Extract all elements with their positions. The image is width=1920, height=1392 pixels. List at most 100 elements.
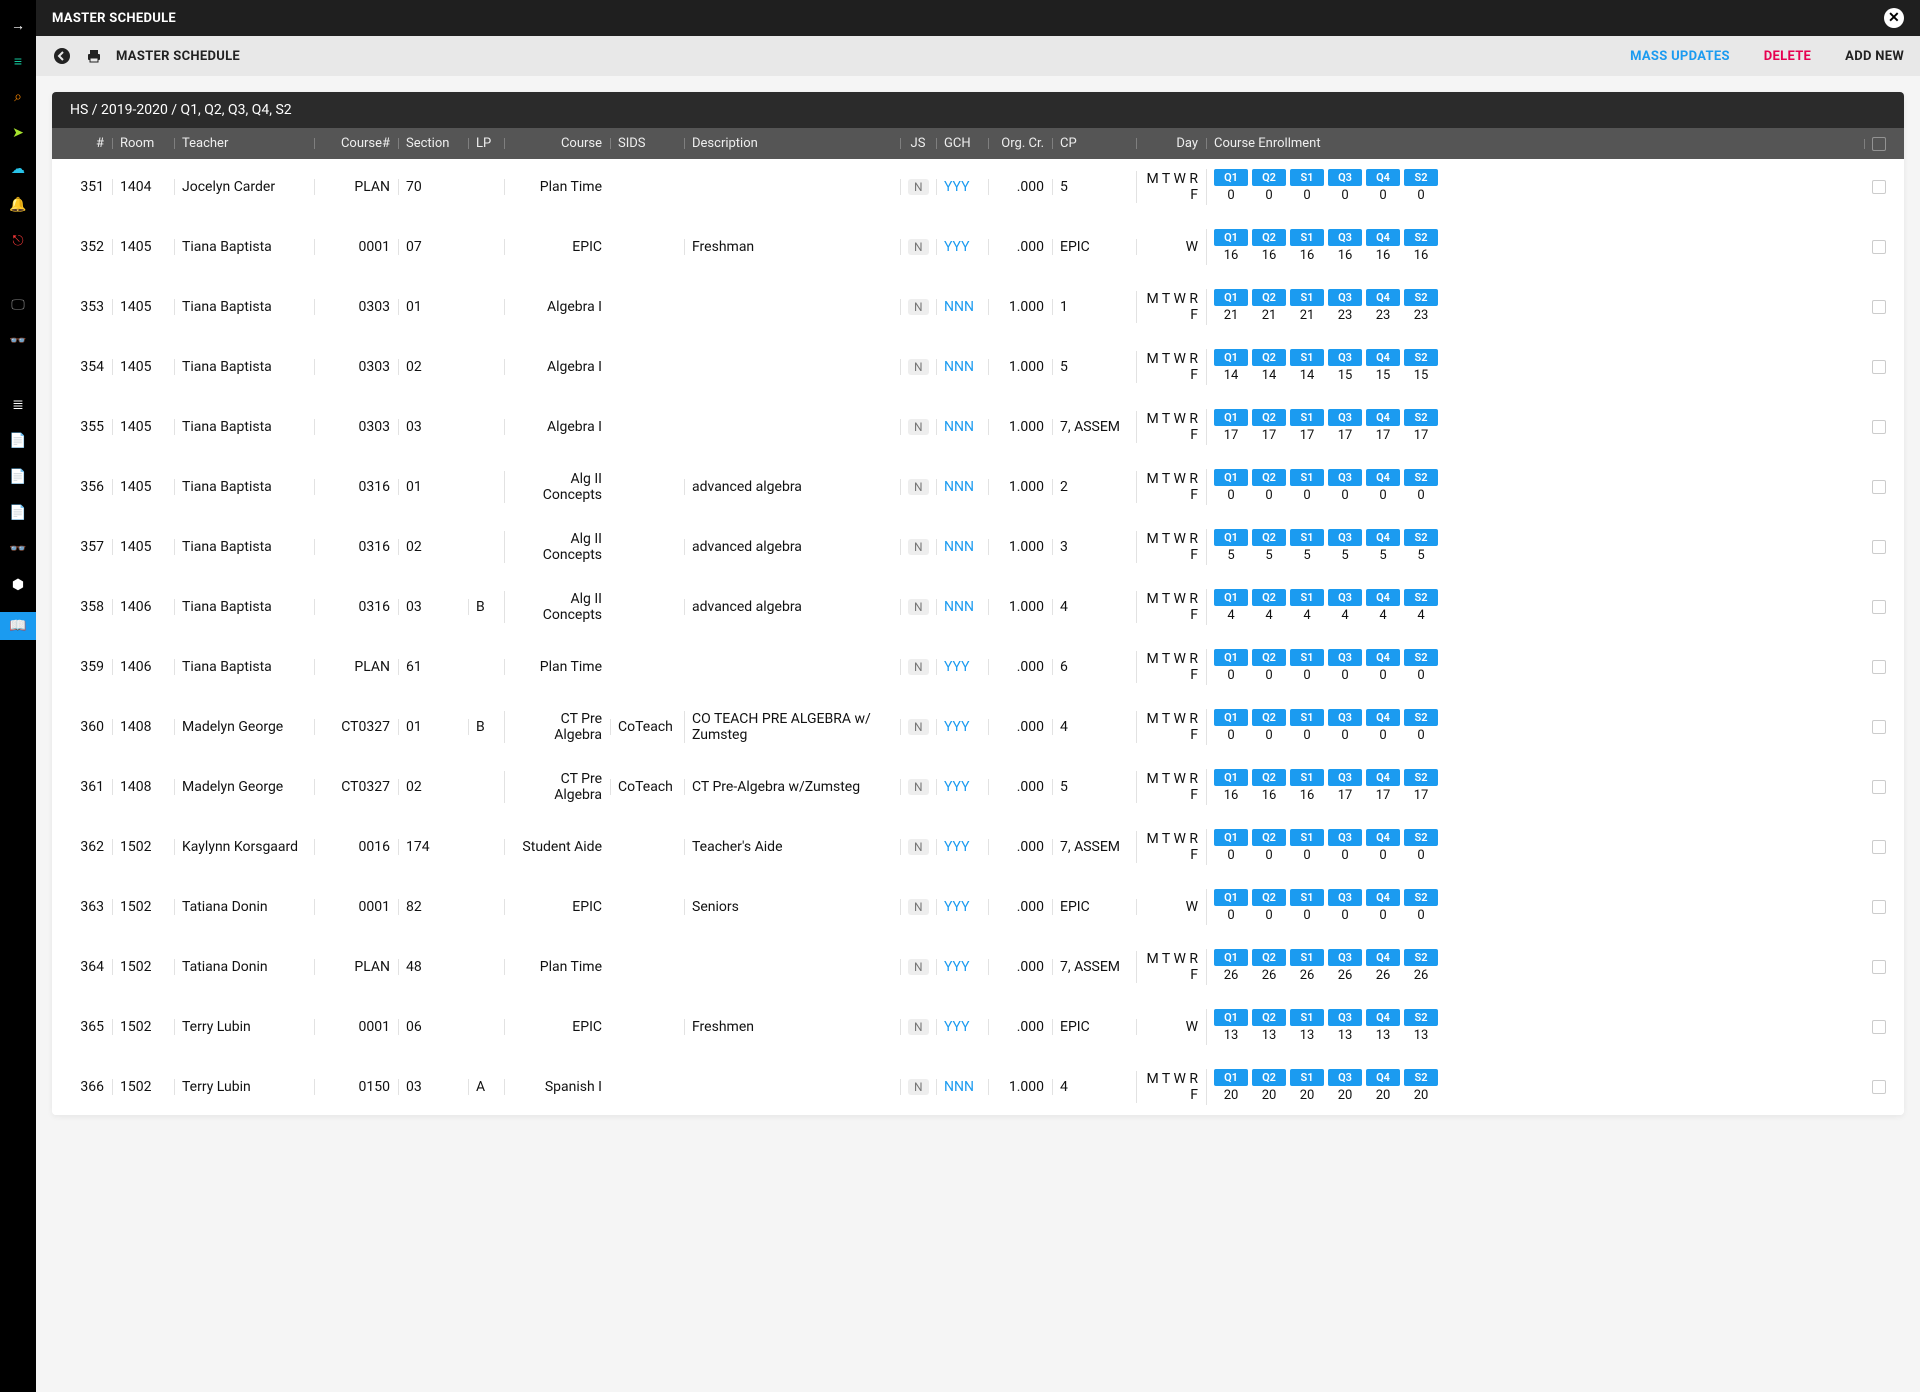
table-row[interactable]: 3571405Tiana Baptista031602Alg II Concep… — [52, 519, 1904, 575]
enroll-q1[interactable]: Q10 — [1214, 709, 1248, 745]
table-row[interactable]: 3531405Tiana Baptista030301Algebra INNNN… — [52, 279, 1904, 335]
enroll-q4[interactable]: Q420 — [1366, 1069, 1400, 1105]
enroll-s2[interactable]: S25 — [1404, 529, 1438, 565]
close-button[interactable]: ✕ — [1884, 8, 1904, 28]
cell-checkbox[interactable] — [1864, 360, 1894, 374]
enroll-q1[interactable]: Q121 — [1214, 289, 1248, 325]
enroll-s1[interactable]: S10 — [1290, 829, 1324, 865]
cell-gch[interactable]: YYY — [936, 719, 988, 735]
cell-gch[interactable]: NNN — [936, 1079, 988, 1095]
cell-checkbox[interactable] — [1864, 960, 1894, 974]
enroll-q1[interactable]: Q10 — [1214, 469, 1248, 505]
cube-icon[interactable]: ⬢ — [9, 576, 27, 594]
cell-gch[interactable]: NNN — [936, 419, 988, 435]
cell-checkbox[interactable] — [1864, 420, 1894, 434]
back-circle-icon[interactable] — [52, 46, 72, 66]
bell-icon[interactable]: 🔔 — [9, 196, 27, 214]
enroll-q2[interactable]: Q20 — [1252, 469, 1286, 505]
col-description[interactable]: Description — [684, 136, 900, 151]
cell-gch[interactable]: YYY — [936, 179, 988, 195]
table-row[interactable]: 3541405Tiana Baptista030302Algebra INNNN… — [52, 339, 1904, 395]
delete-button[interactable]: DELETE — [1764, 49, 1811, 64]
enroll-q3[interactable]: Q313 — [1328, 1009, 1362, 1045]
enroll-s2[interactable]: S216 — [1404, 229, 1438, 265]
enroll-s2[interactable]: S226 — [1404, 949, 1438, 985]
cell-gch[interactable]: YYY — [936, 239, 988, 255]
enroll-q3[interactable]: Q317 — [1328, 769, 1362, 805]
enroll-q1[interactable]: Q10 — [1214, 649, 1248, 685]
enroll-s1[interactable]: S10 — [1290, 889, 1324, 925]
enroll-s1[interactable]: S113 — [1290, 1009, 1324, 1045]
col-enrollment[interactable]: Course Enrollment — [1206, 136, 1864, 151]
cell-checkbox[interactable] — [1864, 180, 1894, 194]
enroll-q4[interactable]: Q426 — [1366, 949, 1400, 985]
cell-gch[interactable]: YYY — [936, 779, 988, 795]
cell-checkbox[interactable] — [1864, 660, 1894, 674]
col-room[interactable]: Room — [112, 136, 174, 151]
cell-gch[interactable]: YYY — [936, 959, 988, 975]
monitor-icon[interactable]: 🖵 — [9, 296, 27, 314]
enroll-q3[interactable]: Q317 — [1328, 409, 1362, 445]
col-teacher[interactable]: Teacher — [174, 136, 314, 151]
enroll-q2[interactable]: Q20 — [1252, 829, 1286, 865]
print-icon[interactable] — [84, 46, 104, 66]
cell-checkbox[interactable] — [1864, 840, 1894, 854]
enroll-q2[interactable]: Q217 — [1252, 409, 1286, 445]
enroll-q3[interactable]: Q326 — [1328, 949, 1362, 985]
enroll-q3[interactable]: Q30 — [1328, 709, 1362, 745]
enroll-q4[interactable]: Q423 — [1366, 289, 1400, 325]
enroll-s2[interactable]: S20 — [1404, 649, 1438, 685]
enroll-q4[interactable]: Q40 — [1366, 469, 1400, 505]
enroll-s1[interactable]: S15 — [1290, 529, 1324, 565]
table-row[interactable]: 3561405Tiana Baptista031601Alg II Concep… — [52, 459, 1904, 515]
enroll-s1[interactable]: S126 — [1290, 949, 1324, 985]
enroll-s2[interactable]: S217 — [1404, 409, 1438, 445]
cell-checkbox[interactable] — [1864, 1020, 1894, 1034]
col-section[interactable]: Section — [398, 136, 468, 151]
cell-checkbox[interactable] — [1864, 540, 1894, 554]
enroll-s2[interactable]: S20 — [1404, 889, 1438, 925]
cell-gch[interactable]: NNN — [936, 599, 988, 615]
enroll-s1[interactable]: S120 — [1290, 1069, 1324, 1105]
enroll-q2[interactable]: Q213 — [1252, 1009, 1286, 1045]
enroll-q2[interactable]: Q25 — [1252, 529, 1286, 565]
enroll-s1[interactable]: S116 — [1290, 769, 1324, 805]
col-cp[interactable]: CP — [1052, 136, 1136, 151]
enroll-q1[interactable]: Q113 — [1214, 1009, 1248, 1045]
cell-gch[interactable]: NNN — [936, 359, 988, 375]
table-row[interactable]: 3651502Terry Lubin000106EPICFreshmenNYYY… — [52, 999, 1904, 1055]
table-row[interactable]: 3601408Madelyn GeorgeCT032701BCT Pre Alg… — [52, 699, 1904, 755]
enroll-q1[interactable]: Q120 — [1214, 1069, 1248, 1105]
cell-gch[interactable]: YYY — [936, 899, 988, 915]
enroll-s1[interactable]: S10 — [1290, 169, 1324, 205]
cell-checkbox[interactable] — [1864, 300, 1894, 314]
enroll-q3[interactable]: Q323 — [1328, 289, 1362, 325]
col-js[interactable]: JS — [900, 136, 936, 151]
cell-checkbox[interactable] — [1864, 480, 1894, 494]
cell-gch[interactable]: YYY — [936, 1019, 988, 1035]
enroll-q2[interactable]: Q226 — [1252, 949, 1286, 985]
enroll-q2[interactable]: Q214 — [1252, 349, 1286, 385]
enroll-q3[interactable]: Q315 — [1328, 349, 1362, 385]
cell-gch[interactable]: NNN — [936, 479, 988, 495]
table-row[interactable]: 3591406Tiana BaptistaPLAN61Plan TimeNYYY… — [52, 639, 1904, 695]
col-orgcr[interactable]: Org. Cr. — [988, 136, 1052, 151]
cell-checkbox[interactable] — [1864, 780, 1894, 794]
enroll-q1[interactable]: Q116 — [1214, 229, 1248, 265]
cell-checkbox[interactable] — [1864, 720, 1894, 734]
enroll-q4[interactable]: Q417 — [1366, 409, 1400, 445]
enroll-s1[interactable]: S14 — [1290, 589, 1324, 625]
enroll-q4[interactable]: Q415 — [1366, 349, 1400, 385]
table-row[interactable]: 3511404Jocelyn CarderPLAN70Plan TimeNYYY… — [52, 159, 1904, 215]
document-icon[interactable]: 📄 — [9, 432, 27, 450]
enroll-q2[interactable]: Q20 — [1252, 709, 1286, 745]
table-row[interactable]: 3551405Tiana Baptista030303Algebra INNNN… — [52, 399, 1904, 455]
enroll-q2[interactable]: Q216 — [1252, 769, 1286, 805]
col-coursenum[interactable]: Course# — [314, 136, 398, 151]
enroll-s1[interactable]: S117 — [1290, 409, 1324, 445]
enroll-s1[interactable]: S10 — [1290, 469, 1324, 505]
enroll-s1[interactable]: S10 — [1290, 709, 1324, 745]
glasses2-icon[interactable]: 👓 — [9, 540, 27, 558]
enroll-s2[interactable]: S20 — [1404, 169, 1438, 205]
enroll-s2[interactable]: S220 — [1404, 1069, 1438, 1105]
